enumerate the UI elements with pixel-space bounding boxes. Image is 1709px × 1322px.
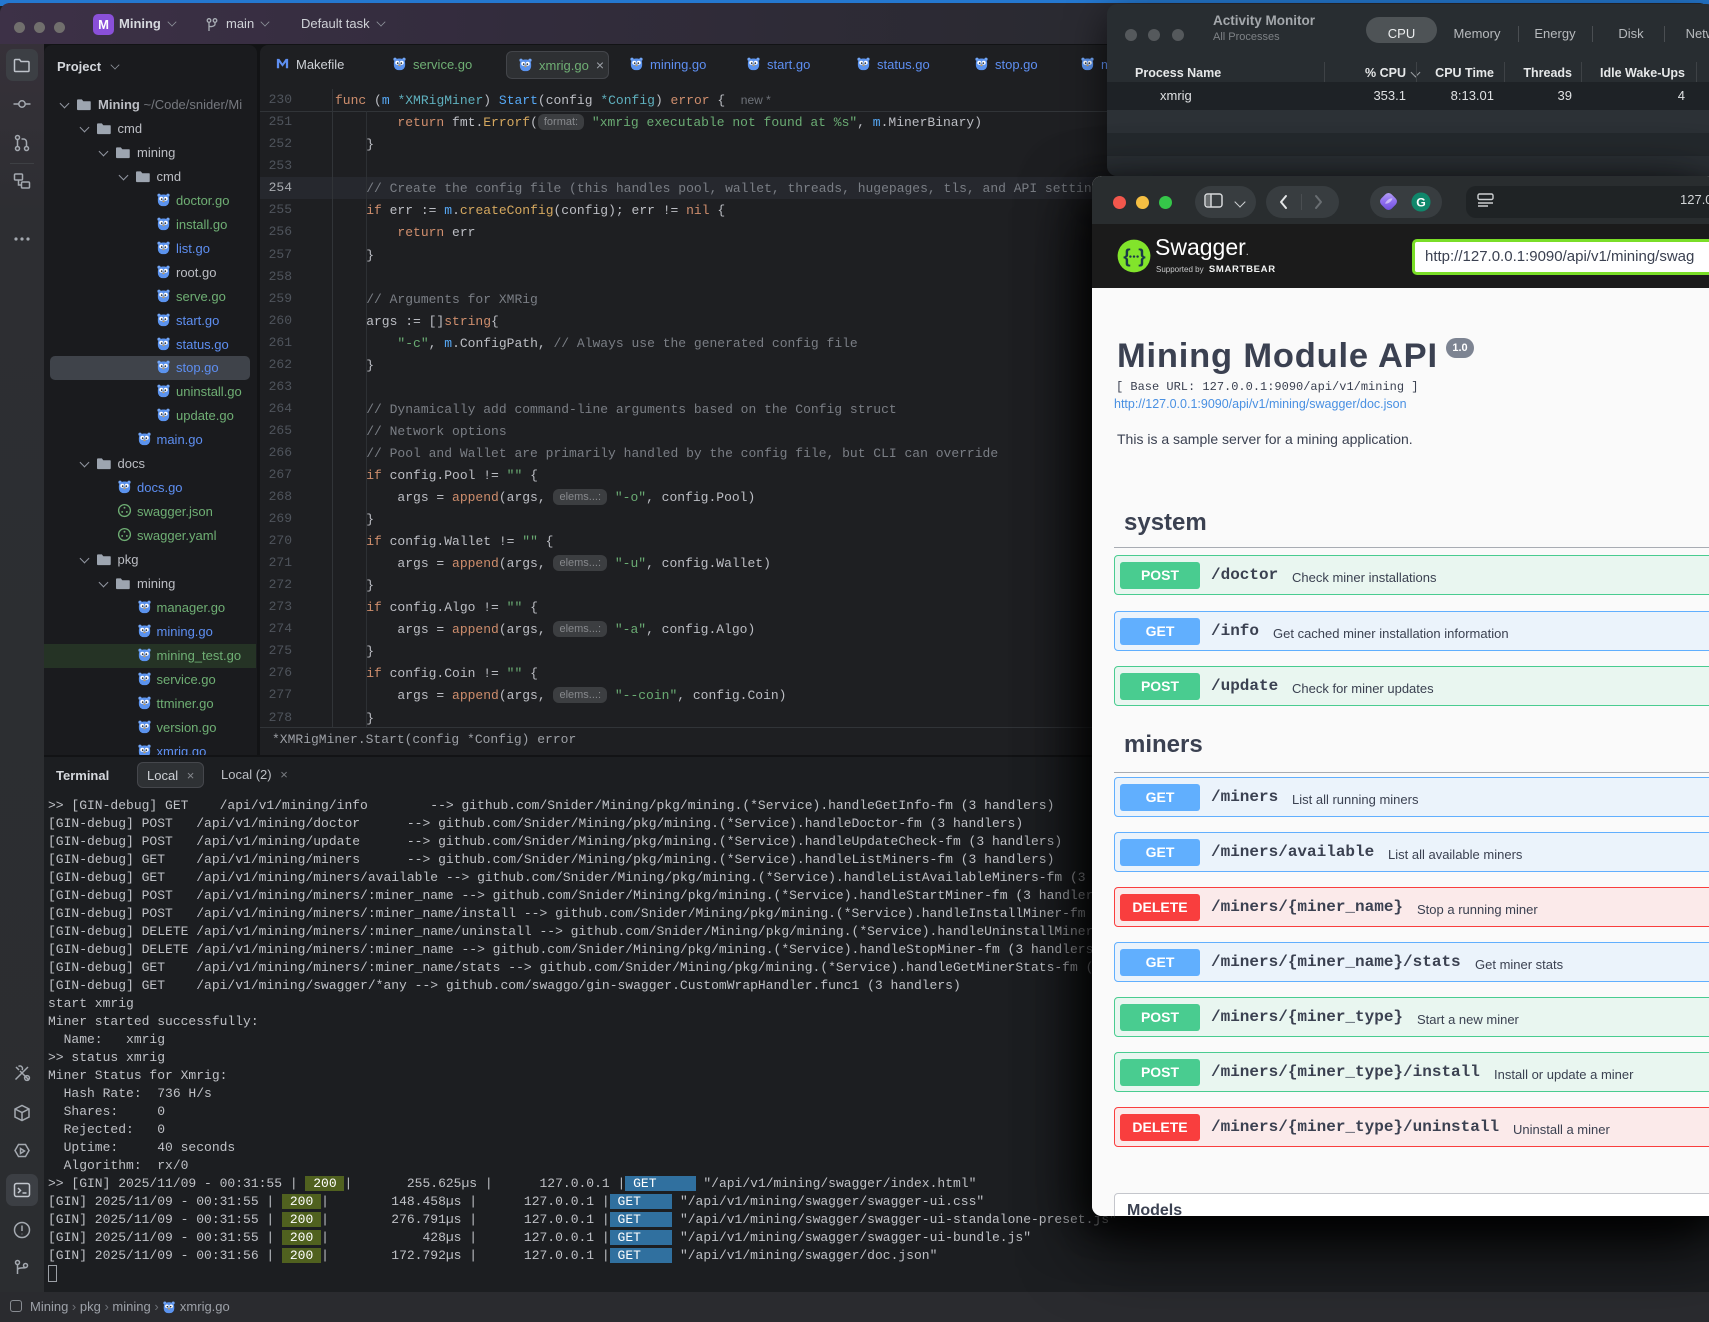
svg-text:}: } xyxy=(1138,247,1146,268)
svg-text:G: G xyxy=(1416,195,1426,209)
